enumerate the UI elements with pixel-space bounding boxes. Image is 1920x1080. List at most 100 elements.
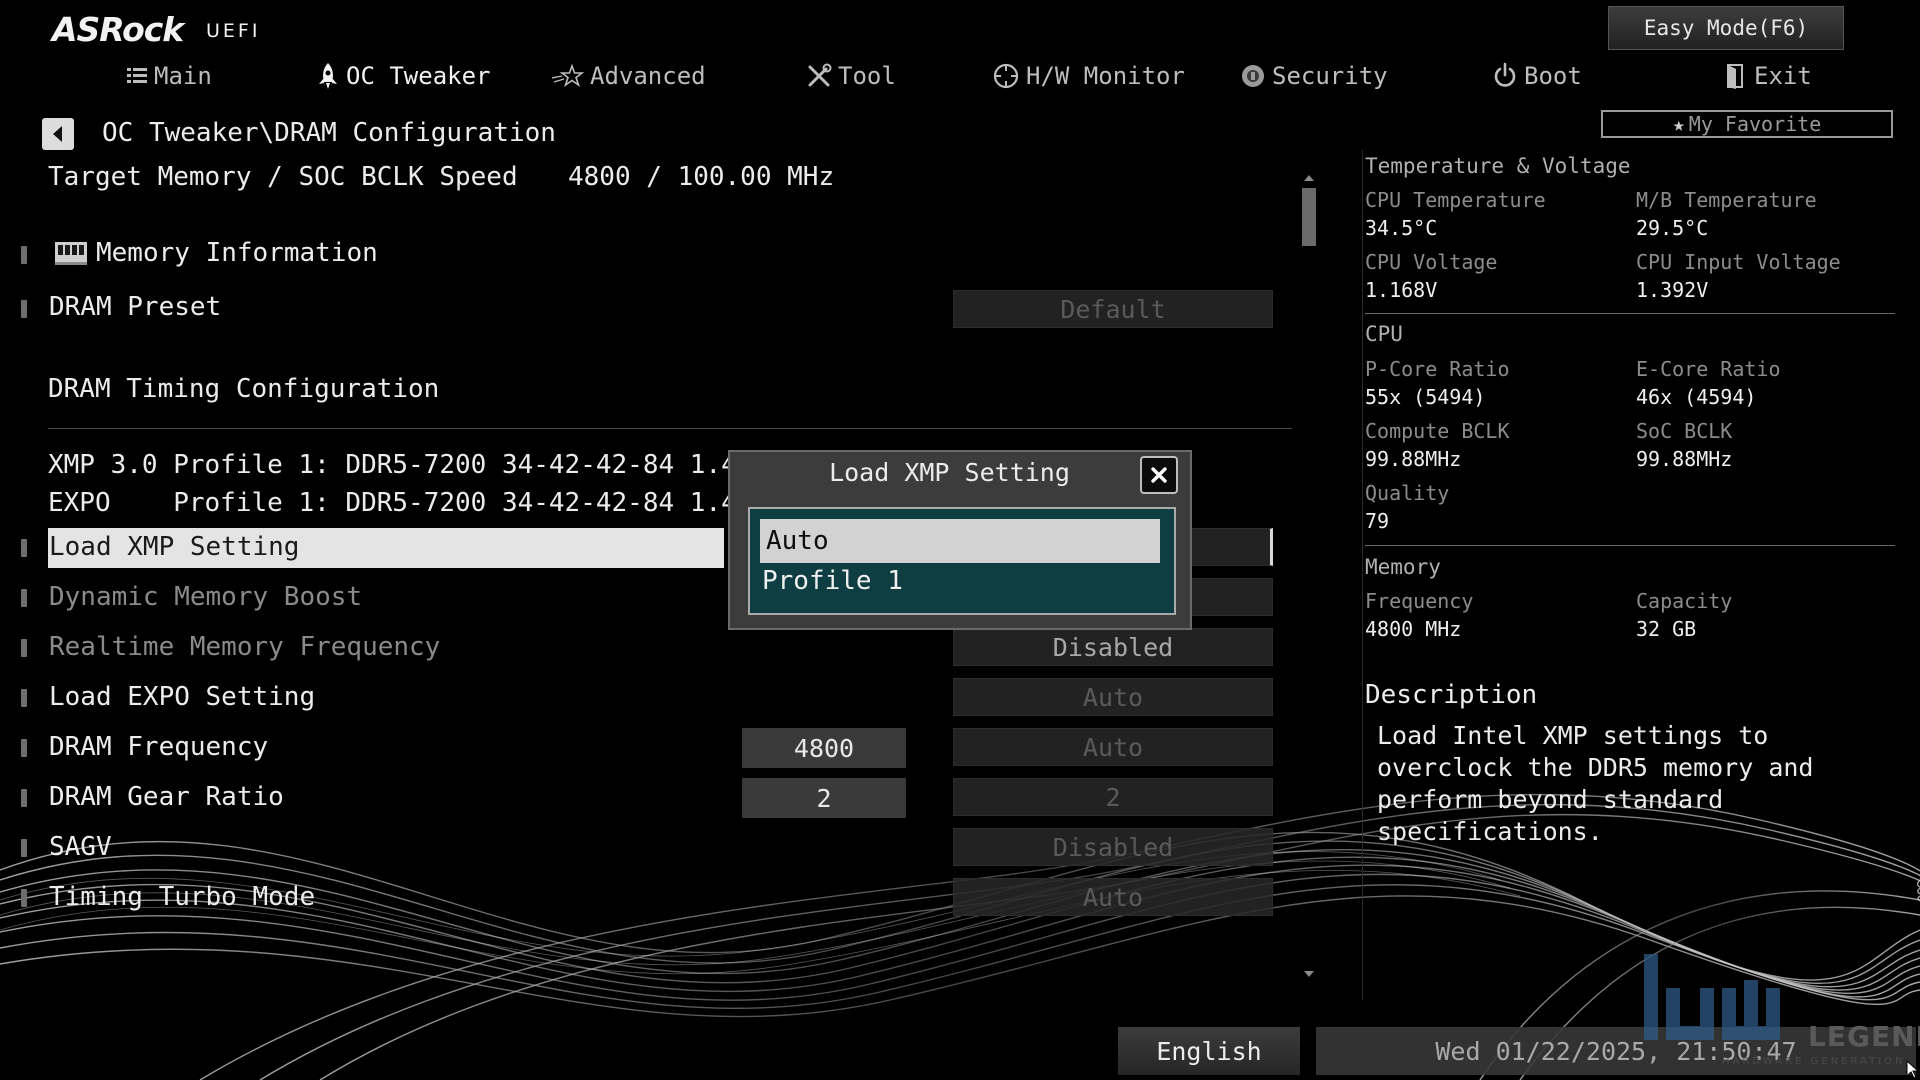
- dram-preset-label: DRAM Preset: [49, 292, 222, 322]
- target-speed-label: Target Memory / SOC BCLK Speed: [48, 162, 518, 192]
- row-marker: [21, 639, 27, 657]
- timing-turbo-mode-label: Timing Turbo Mode: [49, 882, 316, 912]
- cpu-voltage-value: 1.168V: [1365, 278, 1438, 302]
- tab-exit[interactable]: Exit: [1724, 56, 1812, 96]
- tab-tool-label: Tool: [838, 62, 896, 90]
- tools-icon: [808, 63, 832, 87]
- memory-information-item[interactable]: Memory Information: [96, 238, 378, 268]
- rocket-icon: [319, 63, 337, 89]
- memory-capacity-label: Capacity: [1636, 589, 1733, 613]
- dram-frequency-current: 4800: [742, 728, 906, 768]
- option-profile-1[interactable]: Profile 1: [762, 566, 903, 596]
- quality-label: Quality: [1365, 481, 1450, 505]
- target-speed-value: 4800 / 100.00 MHz: [568, 162, 835, 192]
- tab-boot-label: Boot: [1524, 62, 1582, 90]
- row-marker: [21, 739, 27, 757]
- easy-mode-button[interactable]: Easy Mode(F6): [1608, 6, 1844, 50]
- power-icon: [1494, 62, 1516, 87]
- language-button[interactable]: English: [1118, 1027, 1300, 1075]
- tab-security[interactable]: Security: [1240, 56, 1388, 96]
- dram-frequency-value[interactable]: Auto: [953, 728, 1273, 766]
- description-heading: Description: [1365, 680, 1538, 710]
- my-favorite-label: My Favorite: [1688, 112, 1822, 136]
- ecore-ratio-label: E-Core Ratio: [1636, 357, 1781, 381]
- tab-hw-monitor[interactable]: H/W Monitor: [992, 56, 1185, 96]
- realtime-memory-frequency-label: Realtime Memory Frequency: [49, 632, 441, 662]
- tab-oc-tweaker-label: OC Tweaker: [346, 62, 491, 90]
- memory-chip-icon: [55, 242, 87, 265]
- compute-bclk-label: Compute BCLK: [1365, 419, 1510, 443]
- xmp-profile-info: XMP 3.0 Profile 1: DDR5-7200 34-42-42-84…: [48, 450, 847, 480]
- scroll-down-arrow[interactable]: [1302, 968, 1316, 980]
- dram-gear-ratio-label: DRAM Gear Ratio: [49, 782, 284, 812]
- row-marker: [21, 789, 27, 807]
- tab-main[interactable]: Main: [126, 56, 212, 96]
- watermark-text: LEGEND: [1808, 1020, 1920, 1053]
- dram-frequency-label: DRAM Frequency: [49, 732, 269, 762]
- mb-temp-label: M/B Temperature: [1636, 188, 1817, 212]
- cpu-voltage-label: CPU Voltage: [1365, 250, 1498, 274]
- compute-bclk-value: 99.88MHz: [1365, 447, 1462, 471]
- load-expo-value[interactable]: Auto: [953, 678, 1273, 716]
- scrollbar-thumb[interactable]: [1302, 188, 1316, 246]
- close-button[interactable]: [1140, 456, 1178, 494]
- timing-config-heading: DRAM Timing Configuration: [48, 374, 440, 404]
- description-text: Load Intel XMP settings to overclock the…: [1377, 721, 1814, 846]
- dynamic-memory-boost-label: Dynamic Memory Boost: [49, 582, 363, 612]
- dram-gear-ratio-current: 2: [742, 778, 906, 818]
- row-marker: [21, 689, 27, 707]
- monitor-icon: [993, 63, 1019, 89]
- back-button[interactable]: [42, 118, 74, 150]
- watermark-subtext: HARDWARE GENERATION: [1722, 1056, 1906, 1067]
- ecore-ratio-value: 46x (4594): [1636, 385, 1757, 409]
- pcore-ratio-value: 55x (5494): [1365, 385, 1486, 409]
- sagv-value[interactable]: Disabled: [953, 828, 1273, 866]
- cpu-input-voltage-value: 1.392V: [1636, 278, 1709, 302]
- option-auto[interactable]: Auto: [760, 519, 1160, 563]
- tab-tool[interactable]: Tool: [806, 56, 896, 96]
- list-icon: [127, 68, 147, 83]
- load-expo-label: Load EXPO Setting: [49, 682, 316, 712]
- memory-frequency-label: Frequency: [1365, 589, 1474, 613]
- mouse-cursor-icon: [1906, 1060, 1920, 1079]
- tab-main-label: Main: [154, 62, 212, 90]
- divider: [1365, 545, 1895, 546]
- row-marker: [21, 589, 27, 607]
- dram-gear-ratio-value[interactable]: 2: [953, 778, 1273, 816]
- memory-heading: Memory: [1365, 555, 1441, 579]
- tab-security-label: Security: [1272, 62, 1388, 90]
- cpu-temp-label: CPU Temperature: [1365, 188, 1546, 212]
- sagv-label: SAGV: [49, 832, 112, 862]
- memory-frequency-value: 4800 MHz: [1365, 617, 1462, 641]
- divider: [48, 428, 1292, 429]
- cpu-temp-value: 34.5°C: [1365, 216, 1438, 240]
- tab-exit-label: Exit: [1754, 62, 1812, 90]
- row-marker: [21, 839, 27, 857]
- tab-advanced[interactable]: Advanced: [552, 56, 706, 96]
- load-xmp-label[interactable]: Load XMP Setting: [49, 532, 299, 562]
- mb-temp-value: 29.5°C: [1636, 216, 1709, 240]
- asrock-logo: ASRock: [52, 10, 184, 49]
- realtime-memory-frequency-value[interactable]: Disabled: [953, 628, 1273, 666]
- dram-preset-value[interactable]: Default: [953, 290, 1273, 328]
- tab-advanced-label: Advanced: [590, 62, 706, 90]
- cpu-heading: CPU: [1365, 322, 1403, 346]
- tab-hw-monitor-label: H/W Monitor: [1026, 62, 1185, 90]
- temp-voltage-heading: Temperature & Voltage: [1365, 154, 1631, 178]
- breadcrumb: OC Tweaker\DRAM Configuration: [102, 118, 556, 148]
- chevron-left-icon: [53, 126, 62, 142]
- row-marker: [21, 539, 27, 557]
- star-icon: [552, 64, 584, 88]
- tab-oc-tweaker[interactable]: OC Tweaker: [316, 56, 491, 96]
- scroll-up-arrow[interactable]: [1302, 172, 1316, 184]
- row-marker: [21, 246, 27, 264]
- soc-bclk-label: SoC BCLK: [1636, 419, 1733, 443]
- soc-bclk-value: 99.88MHz: [1636, 447, 1733, 471]
- star-icon: ★: [1672, 112, 1685, 136]
- shield-icon: [1242, 65, 1264, 87]
- row-marker: [21, 300, 27, 318]
- exit-icon: [1727, 64, 1743, 89]
- timing-turbo-mode-value[interactable]: Auto: [953, 878, 1273, 916]
- my-favorite-button[interactable]: ★ My Favorite: [1601, 110, 1893, 138]
- tab-boot[interactable]: Boot: [1492, 56, 1582, 96]
